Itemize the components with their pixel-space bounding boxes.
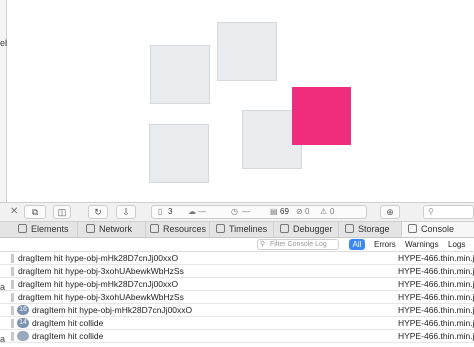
log-message: dragItem hit hype-obj-mHk28D7cnJj00xxO: [32, 305, 193, 315]
error-count: 0: [305, 207, 310, 216]
inspector-toolbar: ✕ ⧉ ◫ ↻ ⇩ ▯ 3 ☁ — ◷ — ▤ 69 ⊘ 0 ⚠ 0 ⊕ ⚲: [0, 202, 474, 222]
log-level-marker: [11, 267, 14, 276]
close-icon[interactable]: ✕: [10, 206, 18, 217]
console-filter-bar: ⚲ Filter Console Log All Errors Warnings…: [0, 238, 474, 252]
filter-placeholder: Filter Console Log: [270, 241, 327, 248]
warning-icon: ⚠: [320, 207, 328, 216]
log-level-marker: [11, 254, 14, 263]
inspector-tabbar: Elements Network Resources Timelines Deb…: [0, 222, 474, 238]
elements-icon: [18, 224, 27, 233]
tab-debugger[interactable]: Debugger: [274, 222, 339, 237]
left-window-edge: eb: [0, 0, 10, 202]
filter-all-button[interactable]: All: [349, 239, 365, 250]
tab-elements[interactable]: Elements: [10, 222, 78, 237]
log-message: dragItem hit hype-obj-3xohUAbewkWbHzSs: [18, 266, 184, 276]
storage-icon: [345, 224, 354, 233]
log-level-marker: [11, 332, 14, 341]
tab-label: Console: [421, 224, 455, 234]
log-source-link[interactable]: HYPE-466.thin.min.js:1: [398, 252, 474, 264]
log-row[interactable]: dragItem hit hype-obj-mHk28D7cnJj00xxO HY…: [0, 278, 474, 291]
network-icon: [86, 224, 95, 233]
log-message: dragItem hit collide: [32, 318, 104, 328]
log-source-link[interactable]: HYPE-466.thin.min.js:1: [398, 330, 474, 342]
log-row[interactable]: dragItem hit hype-obj-mHk28D7cnJj00xxO HY…: [0, 252, 474, 265]
log-level-marker: [11, 280, 14, 289]
tab-label: Network: [99, 224, 133, 234]
tab-timelines[interactable]: Timelines: [210, 222, 274, 237]
clock-icon: ◷: [231, 207, 238, 216]
tab-label: Storage: [358, 224, 390, 234]
filter-logs-button[interactable]: Logs: [448, 239, 465, 250]
repeat-count-badge: [17, 331, 29, 341]
tab-storage[interactable]: Storage: [339, 222, 402, 237]
repeat-count-badge: 16: [17, 305, 29, 315]
split-button[interactable]: ◫: [53, 205, 71, 219]
log-row[interactable]: 14 dragItem hit collide HYPE-466.thin.min.…: [0, 317, 474, 330]
search-input[interactable]: ⚲: [423, 205, 474, 219]
log-row[interactable]: 16 dragItem hit hype-obj-mHk28D7cnJj00xxO…: [0, 304, 474, 317]
log-message: dragItem hit hype-obj-mHk28D7cnJj00xxO: [18, 279, 179, 289]
crosshair-icon: ⊕: [386, 207, 394, 217]
resources-icon: [150, 224, 159, 233]
download-icon: ⇩: [122, 207, 130, 217]
target-button[interactable]: ⊕: [380, 205, 400, 219]
log-level-marker: [11, 293, 14, 302]
filter-console-input[interactable]: ⚲ Filter Console Log: [257, 239, 339, 250]
warning-count: 0: [330, 207, 335, 216]
draggable-box[interactable]: [150, 45, 210, 104]
log-level-marker: [11, 306, 14, 315]
tab-label: Elements: [31, 224, 69, 234]
log-message: dragItem hit hype-obj-mHk28D7cnJj00xxO: [18, 253, 179, 263]
tab-label: Debugger: [293, 224, 333, 234]
log-count: 69: [280, 207, 289, 216]
search-icon: ⚲: [260, 241, 266, 248]
tab-network[interactable]: Network: [78, 222, 146, 237]
log-source-link[interactable]: HYPE-466.thin.min.js:1: [398, 265, 474, 277]
cloud-icon: ☁: [188, 207, 196, 216]
tab-resources[interactable]: Resources: [146, 222, 210, 237]
error-icon: ⊘: [296, 207, 303, 216]
log-source-link[interactable]: HYPE-466.thin.min.js:1: [398, 317, 474, 329]
filter-errors-button[interactable]: Errors: [374, 239, 396, 250]
size-dash: —: [198, 207, 206, 216]
log-row[interactable]: dragItem hit collide HYPE-466.thin.min.js…: [0, 330, 474, 343]
dock-icon: ⧉: [31, 207, 39, 217]
log-row[interactable]: dragItem hit hype-obj-3xohUAbewkWbHzSs HY…: [0, 265, 474, 278]
filter-warnings-button[interactable]: Warnings: [405, 239, 439, 250]
log-source-link[interactable]: HYPE-466.thin.min.js:1: [398, 278, 474, 290]
draggable-box[interactable]: [149, 124, 209, 183]
search-icon: ⚲: [428, 207, 434, 216]
tab-label: Resources: [163, 224, 207, 234]
log-message: dragItem hit collide: [32, 331, 104, 341]
drag-item-pink[interactable]: [292, 87, 351, 145]
debugger-icon: [280, 224, 289, 233]
reload-button[interactable]: ↻: [88, 205, 108, 219]
split-icon: ◫: [57, 207, 67, 217]
hype-stage: [7, 0, 474, 202]
tab-console[interactable]: Console: [402, 222, 474, 237]
log-row[interactable]: dragItem hit hype-obj-3xohUAbewkWbHzSs HY…: [0, 291, 474, 304]
time-dash: —: [242, 207, 250, 216]
download-button[interactable]: ⇩: [116, 205, 136, 219]
log-message: dragItem hit hype-obj-3xohUAbewkWbHzSs: [18, 292, 184, 302]
timelines-icon: [216, 224, 225, 233]
log-level-marker: [11, 319, 14, 328]
dock-button[interactable]: ⧉: [24, 205, 46, 219]
reload-icon: ↻: [94, 207, 102, 217]
tab-label: Timelines: [229, 224, 268, 234]
console-icon: [408, 224, 417, 233]
log-source-link[interactable]: HYPE-466.thin.min.js:1: [398, 291, 474, 303]
repeat-count-badge: 14: [17, 318, 29, 328]
draggable-box[interactable]: [217, 22, 277, 81]
log-source-link[interactable]: HYPE-466.thin.min.js:1: [398, 304, 474, 316]
activity-status: ▯ 3 ☁ — ◷ — ▤ 69 ⊘ 0 ⚠ 0: [151, 205, 367, 219]
resource-count: 3: [168, 207, 173, 216]
log-icon: ▤: [270, 207, 278, 216]
document-icon: ▯: [158, 207, 163, 216]
